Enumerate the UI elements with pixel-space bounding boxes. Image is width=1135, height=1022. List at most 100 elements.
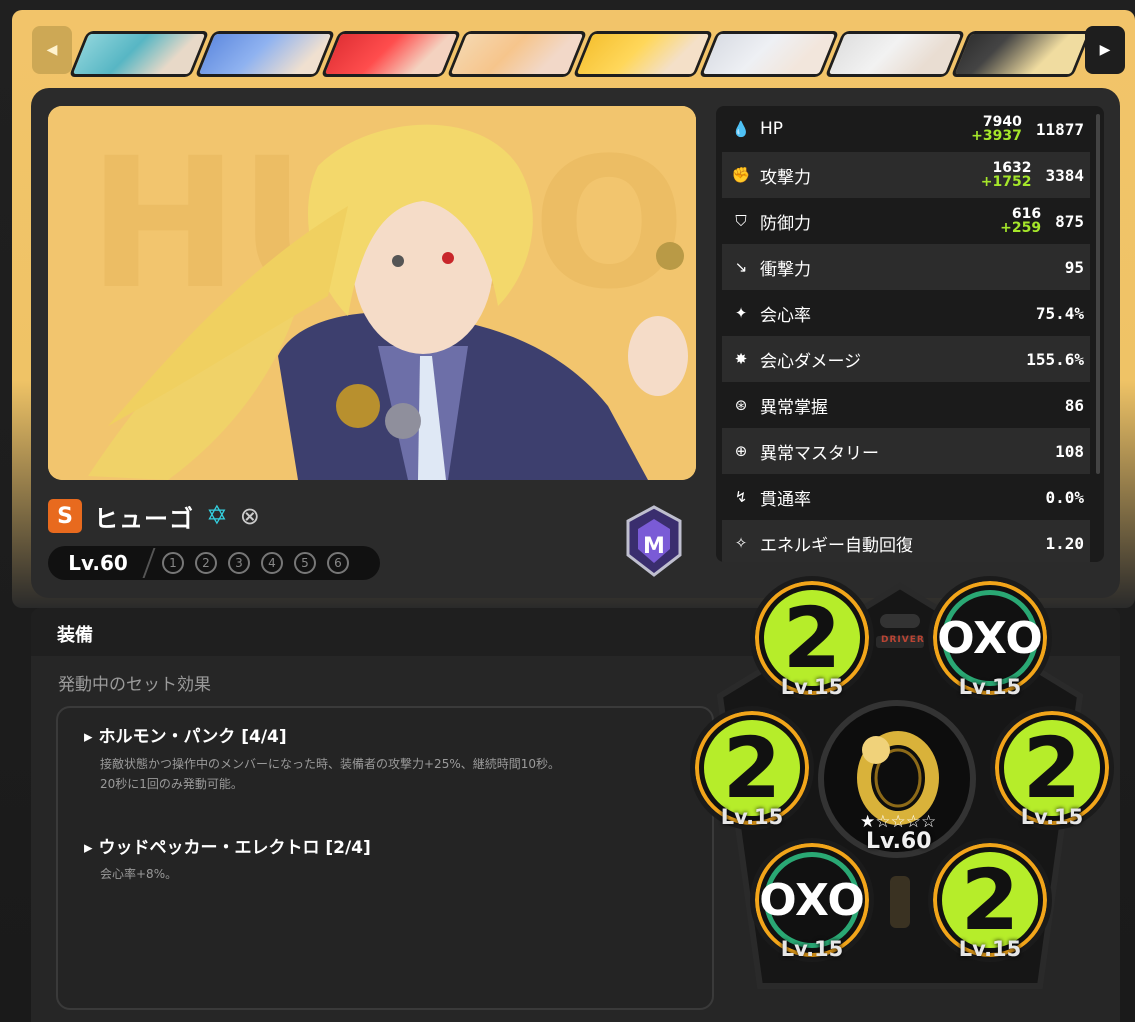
disc-set-icon: OXO (759, 852, 865, 948)
set-desc-line: 20秒に1回のみ発動可能。 (100, 777, 243, 791)
set-effect-desc: 接敵状態かつ操作中のメンバーになった時、装備者の攻撃力+25%、継続時間10秒。… (100, 754, 560, 794)
stat-label: 貫通率 (760, 489, 811, 510)
crit-rate-icon: ✦ (734, 304, 748, 322)
stat-value: 11877 (1035, 119, 1084, 139)
set-name-text: ウッドペッカー・エレクトロ [2/4] (98, 838, 371, 858)
stat-value: 155.6% (1026, 349, 1084, 369)
stat-value: 1.20 (1045, 533, 1084, 553)
right-arrow-icon: ▶ (1099, 42, 1111, 58)
character-portrait-icon (950, 31, 1092, 77)
cinema-4-icon[interactable]: 4 (261, 552, 283, 574)
character-thumb-8[interactable] (950, 31, 1092, 77)
level-bar: Lv.60 1 2 3 4 5 6 (48, 546, 380, 580)
character-art-icon: HUGO (48, 106, 696, 480)
stat-row-hp: 💧 HP 7940 +3937 11877 (722, 106, 1090, 152)
stat-breakdown: 616 +259 (1000, 207, 1041, 235)
atk-icon: ✊ (731, 166, 751, 184)
impact-icon: ↘ (734, 258, 748, 276)
stats-panel: 💧 HP 7940 +3937 11877 ✊ 攻撃力 1632 +1752 338… (716, 106, 1104, 562)
stat-value: 95 (1064, 257, 1084, 277)
disc-level: Lv.15 (780, 937, 844, 961)
stat-base: 7940 (982, 114, 1022, 130)
disc-set-icon: OXO (937, 590, 1043, 686)
cinema-6-icon[interactable]: 6 (327, 552, 349, 574)
character-thumb-5[interactable] (572, 31, 714, 77)
equipment-title: 装備 (57, 625, 93, 646)
drive-disc-slot-3[interactable]: 2 Lv.15 (690, 706, 814, 830)
drive-disc-slot-4[interactable]: 2 Lv.15 (990, 706, 1114, 830)
anomaly-mastery-icon: ⊕ (734, 442, 748, 460)
stat-base: 1632 (992, 160, 1032, 176)
character-thumb-4[interactable] (446, 31, 588, 77)
stat-value: 0.0% (1045, 487, 1084, 507)
stat-row-atk: ✊ 攻撃力 1632 +1752 3384 (722, 152, 1090, 198)
stat-label: エネルギー自動回復 (760, 535, 913, 556)
set-desc-line: 会心率+8%。 (100, 867, 178, 881)
page: ◀ ▶ HUGO S ヒューゴ ✡ ⊗ (0, 0, 1135, 1022)
disc-set-icon: 2 (1004, 719, 1100, 817)
disc-set-icon: 2 (704, 719, 800, 817)
character-thumb-3[interactable] (320, 31, 462, 77)
stat-bonus: +1752 (980, 174, 1032, 190)
cinema-5-icon[interactable]: 5 (294, 552, 316, 574)
stat-label: 異常掌握 (760, 397, 828, 418)
stat-label: 会心ダメージ (760, 351, 862, 372)
cinema-1-icon[interactable]: 1 (162, 552, 184, 574)
stat-label: 防御力 (760, 213, 811, 234)
stat-value: 108 (1055, 441, 1084, 461)
stat-row-def: ⛉ 防御力 616 +259 875 (722, 198, 1090, 244)
stat-row-anomaly-mastery: ⊕ 異常マスタリー 108 (722, 428, 1090, 474)
set-effect-desc: 会心率+8%。 (100, 864, 177, 884)
disc-level: Lv.15 (780, 675, 844, 699)
set-effects-box (56, 706, 714, 1010)
cinema-2-icon[interactable]: 2 (195, 552, 217, 574)
character-portrait-icon (824, 31, 966, 77)
character-thumb-6[interactable] (698, 31, 840, 77)
character-thumb-1[interactable] (68, 31, 210, 77)
driver-label: DRIVER (881, 635, 925, 645)
crit-dmg-icon: ✸ (734, 350, 748, 368)
drive-disc-slot-5[interactable]: OXO Lv.15 (750, 838, 874, 962)
stat-bonus: +259 (1000, 220, 1042, 236)
stat-value: 86 (1064, 395, 1084, 415)
stat-row-pen-ratio: ↯ 貫通率 0.0% (722, 474, 1090, 520)
def-icon: ⛉ (735, 212, 747, 230)
drive-disc-slot-6[interactable]: 2 Lv.15 (928, 838, 1052, 962)
stats-scrollbar[interactable] (1096, 114, 1100, 474)
character-thumb-7[interactable] (824, 31, 966, 77)
disc-level: Lv.15 (720, 805, 784, 829)
character-name-row: S ヒューゴ ✡ ⊗ (48, 498, 260, 534)
stat-value: 3384 (1045, 165, 1084, 185)
stat-row-crit-rate: ✦ 会心率 75.4% (722, 290, 1090, 336)
stat-row-impact: ↘ 衝撃力 95 (722, 244, 1090, 290)
character-portrait-icon (194, 31, 336, 77)
stat-row-crit-dmg: ✸ 会心ダメージ 155.6% (722, 336, 1090, 382)
w-engine-level: Lv.60 (866, 829, 932, 854)
pen-ratio-icon: ↯ (734, 488, 748, 506)
character-thumb-2[interactable] (194, 31, 336, 77)
next-character-button[interactable]: ▶ (1085, 26, 1125, 74)
prev-character-button[interactable]: ◀ (32, 26, 72, 74)
character-portrait: HUGO (48, 106, 696, 480)
stat-value: 75.4% (1035, 303, 1084, 323)
stat-label: 衝撃力 (760, 259, 811, 280)
cinema-3-icon[interactable]: 3 (228, 552, 250, 574)
character-portrait-icon (572, 31, 714, 77)
active-set-effects-heading: 発動中のセット効果 (58, 675, 211, 695)
stat-base: 616 (1011, 206, 1042, 222)
drive-disc-slot-2[interactable]: OXO Lv.15 (928, 576, 1052, 700)
stat-breakdown: 1632 +1752 (981, 161, 1032, 189)
specialty-badge-icon: M (626, 505, 682, 577)
character-portrait-icon (68, 31, 210, 77)
stat-row-energy-regen: ✧ エネルギー自動回復 1.20 (722, 520, 1090, 562)
set-desc-line: 接敵状態かつ操作中のメンバーになった時、装備者の攻撃力+25%、継続時間10秒。 (100, 757, 560, 771)
disc-set-icon: 2 (764, 589, 860, 687)
character-portrait-icon (698, 31, 840, 77)
stat-label: 会心率 (760, 305, 811, 326)
drive-disc-slot-1[interactable]: 2 Lv.15 (750, 576, 874, 700)
disc-level: Lv.15 (958, 937, 1022, 961)
set-effect-name: ▸ ウッドペッカー・エレクトロ [2/4] (84, 838, 371, 858)
hp-icon: 💧 (731, 120, 751, 138)
left-arrow-icon: ◀ (46, 42, 58, 58)
disc-set-icon: 2 (942, 851, 1038, 949)
